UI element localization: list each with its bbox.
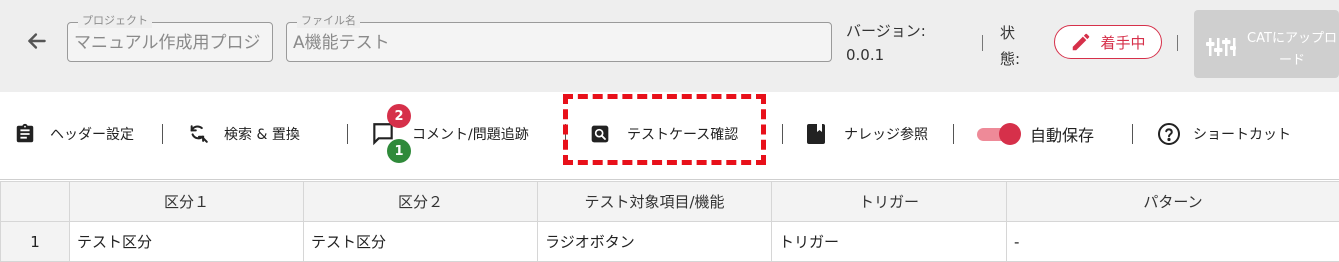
testcase-table: 区分１ 区分２ テスト対象項目/機能 トリガー パターン 1 テスト区分 テスト…: [0, 181, 1339, 262]
table-cell[interactable]: トリガー: [771, 221, 1007, 262]
cat-upload-label: CATにアップロード: [1247, 31, 1337, 68]
autosave-label: 自動保存: [1030, 126, 1095, 145]
search-replace-button[interactable]: 検索 & 置換: [188, 118, 300, 150]
column-header[interactable]: 区分２: [303, 181, 538, 222]
table-row[interactable]: 1 テスト区分 テスト区分 ラジオボタン トリガー -: [0, 221, 1339, 262]
header-divider: [982, 35, 983, 51]
column-header-rownum: [0, 181, 70, 222]
shortcuts-button[interactable]: ショートカット: [1157, 118, 1291, 150]
search-replace-icon: [190, 125, 208, 143]
project-field-value: マニュアル作成用プロジ: [74, 33, 261, 53]
comment-count-badge: 2: [387, 104, 411, 128]
upload-sliders-icon: [1206, 38, 1236, 56]
version-label: バージョン:: [846, 22, 926, 40]
table-header-row: 区分１ 区分２ テスト対象項目/機能 トリガー パターン: [0, 181, 1339, 222]
pencil-icon: [1073, 33, 1090, 51]
toolbar-divider: [347, 124, 348, 144]
status-value: 着手中: [1100, 33, 1146, 52]
toolbar-divider: [162, 124, 163, 144]
autosave-label-wrap: 自動保存: [1030, 118, 1094, 150]
back-button[interactable]: [24, 28, 52, 56]
column-header[interactable]: 区分１: [69, 181, 304, 222]
cat-upload-button[interactable]: CATにアップロード: [1194, 10, 1339, 78]
project-field[interactable]: プロジェクト マニュアル作成用プロジ: [67, 14, 273, 62]
row-number: 1: [0, 221, 70, 262]
comments-label: コメント/問題追跡: [412, 127, 529, 143]
clipboard-icon: [16, 123, 34, 143]
file-name-field-label: ファイル名: [297, 14, 360, 28]
shortcuts-label: ショートカット: [1193, 127, 1291, 143]
toolbar-divider: [953, 124, 954, 144]
table-cell[interactable]: テスト区分: [69, 221, 304, 262]
project-field-label: プロジェクト: [78, 14, 152, 28]
status-label: 状態:: [1000, 24, 1021, 68]
autosave-toggle-knob: [999, 123, 1021, 145]
knowledge-button[interactable]: ナレッジ参照: [806, 118, 928, 150]
resolved-count-badge: 1: [387, 139, 411, 163]
version-value: 0.0.1: [846, 46, 885, 64]
autosave-toggle[interactable]: [977, 123, 1021, 145]
editor-toolbar: ヘッダー設定 検索 & 置換 コメント/問題追跡 2 1 テストケース確認 ナレ…: [0, 92, 1339, 180]
help-circle-icon: [1158, 123, 1180, 145]
book-icon: [807, 124, 825, 144]
column-header[interactable]: テスト対象項目/機能: [537, 181, 772, 222]
app-header: プロジェクト マニュアル作成用プロジ ファイル名 A機能テスト バージョン: 0…: [0, 0, 1339, 92]
knowledge-label: ナレッジ参照: [844, 127, 928, 143]
column-header[interactable]: パターン: [1006, 181, 1339, 222]
search-replace-label: 検索 & 置換: [224, 127, 300, 143]
header-settings-label: ヘッダー設定: [50, 127, 134, 143]
file-name-field[interactable]: ファイル名 A機能テスト: [286, 14, 832, 62]
status-chip[interactable]: 着手中: [1054, 25, 1162, 59]
file-name-field-value: A機能テスト: [293, 33, 390, 53]
header-divider: [1177, 35, 1178, 51]
table-cell[interactable]: -: [1006, 221, 1339, 262]
column-header[interactable]: トリガー: [771, 181, 1007, 222]
toolbar-divider: [782, 124, 783, 144]
header-settings-button[interactable]: ヘッダー設定: [14, 118, 134, 150]
toolbar-divider: [1132, 124, 1133, 144]
highlight-box: [563, 94, 766, 165]
table-cell[interactable]: テスト区分: [303, 221, 538, 262]
arrow-left-icon: [28, 33, 46, 49]
table-cell[interactable]: ラジオボタン: [537, 221, 772, 262]
